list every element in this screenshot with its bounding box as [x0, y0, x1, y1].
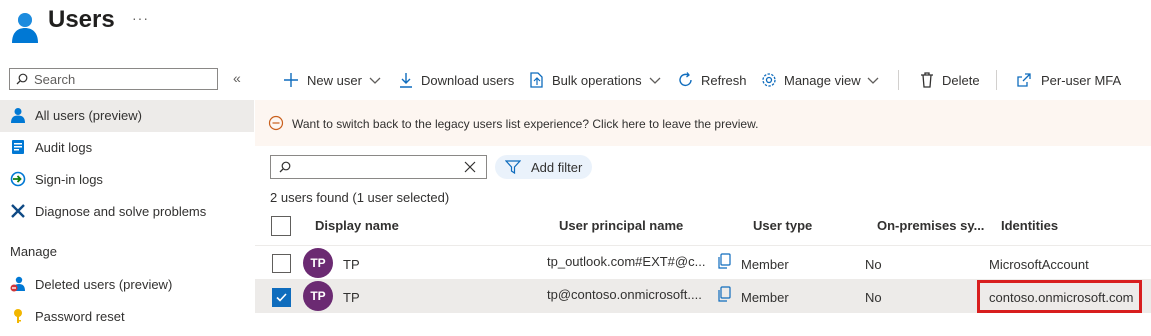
refresh-label: Refresh — [701, 73, 747, 88]
user-icon — [10, 107, 26, 123]
column-header-user-type[interactable]: User type — [753, 218, 812, 233]
upn-cell: tp@contoso.onmicrosoft.... — [547, 287, 702, 302]
sidebar-search-input[interactable]: Search — [9, 68, 218, 90]
row-checkbox[interactable] — [272, 254, 291, 273]
page-title: Users — [48, 6, 115, 33]
user-type-cell: Member — [741, 257, 789, 272]
column-header-display-name[interactable]: Display name — [315, 218, 399, 233]
chevron-down-icon — [867, 74, 879, 89]
new-user-button[interactable]: New user — [282, 70, 382, 90]
sign-in-icon — [10, 171, 26, 187]
select-all-checkbox[interactable] — [271, 216, 291, 236]
key-icon — [10, 308, 26, 324]
download-users-button[interactable]: Download users — [397, 70, 517, 90]
sidebar-item-label: Deleted users (preview) — [35, 277, 173, 292]
sidebar-item-all-users[interactable]: All users (preview) — [0, 100, 254, 132]
sidebar-item-label: All users (preview) — [35, 108, 142, 123]
results-count: 2 users found (1 user selected) — [270, 190, 450, 205]
table-row[interactable]: TP TP tp_outlook.com#EXT#@c... Member No… — [255, 247, 1151, 280]
sidebar-item-sign-in-logs[interactable]: Sign-in logs — [0, 164, 254, 196]
bulk-operations-button[interactable]: Bulk operations — [528, 70, 664, 90]
more-options-button[interactable]: ··· — [132, 10, 149, 26]
header-divider — [255, 245, 1151, 246]
sidebar-item-label: Sign-in logs — [35, 172, 103, 187]
row-checkbox[interactable] — [272, 288, 291, 307]
audit-log-icon — [10, 139, 26, 155]
add-filter-label: Add filter — [531, 160, 583, 175]
banner-message: Want to switch back to the legacy users … — [292, 117, 759, 131]
bulk-operations-icon — [528, 71, 546, 89]
add-filter-button[interactable]: Add filter — [495, 155, 592, 179]
wrench-icon — [10, 203, 26, 219]
external-link-icon — [1015, 71, 1033, 89]
manage-view-button[interactable]: Manage view — [760, 70, 884, 90]
sidebar-item-diagnose[interactable]: Diagnose and solve problems — [0, 196, 254, 228]
manage-section-heading: Manage — [10, 244, 57, 259]
user-search-input[interactable] — [270, 155, 487, 179]
chevron-down-icon — [649, 74, 661, 89]
sidebar-item-audit-logs[interactable]: Audit logs — [0, 132, 254, 164]
info-icon — [268, 115, 284, 134]
sidebar-item-deleted-users[interactable]: Deleted users (preview) — [0, 269, 254, 301]
per-user-mfa-label: Per-user MFA — [1041, 73, 1122, 88]
upn-cell: tp_outlook.com#EXT#@c... — [547, 254, 706, 269]
chevron-down-icon — [369, 74, 381, 89]
display-name-link[interactable]: TP — [343, 290, 360, 305]
column-header-on-premises[interactable]: On-premises sy... — [877, 218, 984, 233]
trash-icon — [918, 71, 936, 89]
preview-banner[interactable]: Want to switch back to the legacy users … — [255, 100, 1151, 146]
download-users-label: Download users — [421, 73, 515, 88]
refresh-icon — [677, 71, 695, 89]
sidebar-item-label: Audit logs — [35, 140, 93, 155]
filter-icon — [504, 160, 522, 177]
toolbar-divider — [996, 70, 997, 90]
refresh-button[interactable]: Refresh — [677, 70, 747, 90]
deleted-user-icon — [10, 276, 26, 292]
copy-icon[interactable] — [717, 253, 731, 272]
copy-icon[interactable] — [717, 286, 731, 305]
users-header-icon — [10, 10, 40, 44]
sidebar-item-label: Diagnose and solve problems — [35, 204, 207, 219]
new-user-label: New user — [307, 73, 362, 88]
column-header-upn[interactable]: User principal name — [559, 218, 683, 233]
gear-icon — [760, 71, 778, 89]
clear-search-icon[interactable] — [464, 161, 476, 176]
download-icon — [397, 71, 415, 89]
sidebar-item-password-reset[interactable]: Password reset — [0, 301, 254, 333]
per-user-mfa-button[interactable]: Per-user MFA — [1015, 70, 1121, 90]
avatar: TP — [303, 281, 333, 311]
bulk-operations-label: Bulk operations — [552, 73, 642, 88]
manage-view-label: Manage view — [784, 73, 861, 88]
on-prem-cell: No — [865, 257, 882, 272]
delete-button[interactable]: Delete — [918, 70, 982, 90]
on-prem-cell: No — [865, 290, 882, 305]
display-name-link[interactable]: TP — [343, 257, 360, 272]
search-icon — [16, 73, 28, 88]
column-header-identities[interactable]: Identities — [1001, 218, 1058, 233]
checkmark-icon — [276, 293, 287, 302]
highlight-annotation-box — [977, 280, 1142, 313]
toolbar-divider — [898, 70, 899, 90]
sidebar-item-label: Password reset — [35, 309, 125, 324]
delete-label: Delete — [942, 73, 980, 88]
avatar: TP — [303, 248, 333, 278]
user-type-cell: Member — [741, 290, 789, 305]
collapse-sidebar-button[interactable]: « — [233, 70, 241, 86]
identities-link[interactable]: MicrosoftAccount — [989, 257, 1089, 272]
search-icon — [279, 161, 291, 176]
plus-icon — [282, 71, 300, 89]
sidebar-search-placeholder: Search — [34, 72, 76, 87]
